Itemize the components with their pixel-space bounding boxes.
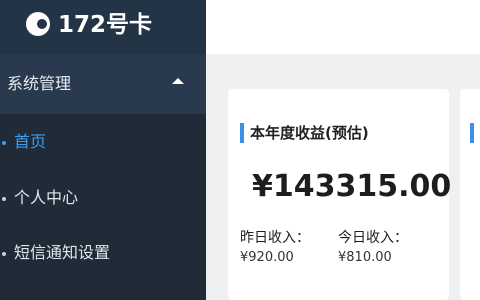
bullet-icon bbox=[2, 197, 6, 201]
yesterday-income-value: ¥920.00 bbox=[240, 250, 294, 265]
next-card bbox=[460, 89, 480, 300]
title-accent-bar bbox=[240, 123, 244, 143]
brand-name: 172号卡 bbox=[58, 12, 153, 38]
annual-income-card: 本年度收益(预估) ¥143315.00 昨日收入： ¥920.00 今日收入：… bbox=[228, 89, 452, 300]
bullet-icon bbox=[2, 141, 6, 145]
sidebar-item-label: 个人中心 bbox=[14, 188, 79, 207]
brand-logo[interactable]: 172号卡 bbox=[0, 0, 206, 54]
sidebar-item-label: 首页 bbox=[14, 132, 47, 151]
today-income-value: ¥810.00 bbox=[338, 250, 392, 265]
menu-group-system[interactable]: 系统管理 bbox=[0, 54, 206, 114]
caret-up-icon bbox=[172, 78, 184, 84]
logo-icon bbox=[26, 12, 50, 36]
sidebar-item-home[interactable]: 首页 bbox=[0, 117, 206, 171]
sidebar-item-sms-settings[interactable]: 短信通知设置 bbox=[0, 228, 206, 282]
title-accent-bar bbox=[470, 123, 474, 143]
today-income-label: 今日收入： bbox=[338, 230, 408, 246]
annual-income-amount: ¥143315.00 bbox=[252, 169, 452, 204]
sidebar: 172号卡 系统管理 首页 个人中心 短信通知设置 bbox=[0, 0, 206, 300]
yesterday-income-label: 昨日收入： bbox=[240, 230, 310, 246]
menu-group-label: 系统管理 bbox=[7, 74, 72, 93]
sidebar-item-profile[interactable]: 个人中心 bbox=[0, 173, 206, 227]
sidebar-item-label: 短信通知设置 bbox=[14, 243, 111, 262]
card-title: 本年度收益(预估) bbox=[250, 124, 369, 142]
bullet-icon bbox=[2, 252, 6, 256]
top-bar bbox=[206, 0, 480, 54]
